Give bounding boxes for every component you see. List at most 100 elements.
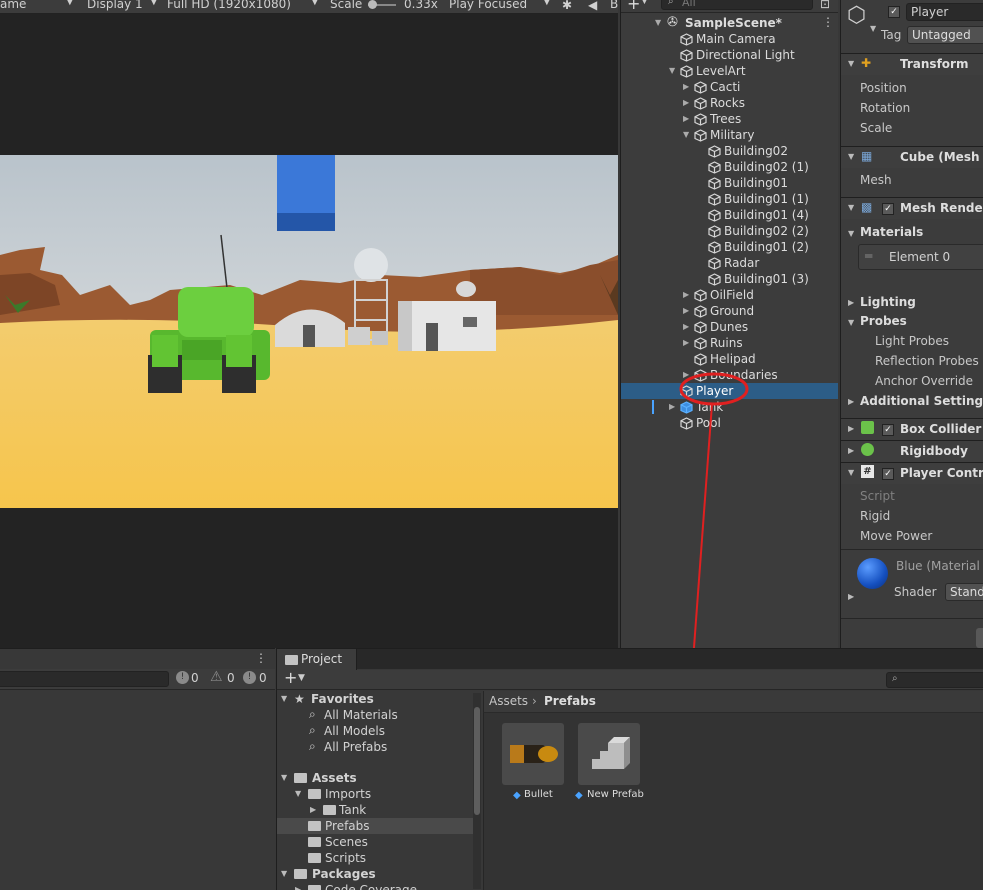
chevron-down-icon[interactable]: ▼ — [848, 229, 854, 238]
add-component-button[interactable] — [976, 628, 983, 648]
favorites-row[interactable]: ▼ ★ Favorites — [277, 691, 473, 707]
hierarchy-item[interactable]: ▶ Rocks — [621, 95, 838, 111]
warning-icon[interactable]: ⚠ — [210, 669, 223, 685]
chevron-right-icon[interactable]: ▶ — [848, 592, 854, 601]
folder-tree-scrollbar[interactable] — [473, 693, 481, 889]
hierarchy-item[interactable]: ▶ Ground — [621, 303, 838, 319]
player-controller-header[interactable]: ▼ # ✓ Player Control — [841, 462, 983, 484]
chevron-right-icon[interactable]: ▶ — [848, 397, 854, 406]
shader-dropdown[interactable]: Standa — [945, 583, 983, 601]
chevron-right-icon[interactable]: ▶ — [683, 303, 689, 319]
chevron-down-icon[interactable]: ▼ — [281, 691, 287, 707]
chevron-right-icon[interactable]: ▶ — [669, 399, 675, 415]
info-icon[interactable]: ! — [243, 671, 256, 684]
scenes-folder-row[interactable]: Scenes — [277, 834, 473, 850]
hierarchy-item[interactable]: Main Camera — [621, 31, 838, 47]
drag-handle-icon[interactable]: ═ — [865, 249, 872, 263]
hierarchy-item[interactable]: Building01 (3) — [621, 271, 838, 287]
chevron-right-icon[interactable]: ▶ — [848, 446, 854, 455]
console-search-input[interactable] — [0, 671, 169, 687]
favorite-item[interactable]: ⌕ All Materials — [277, 707, 473, 723]
mesh-renderer-header[interactable]: ▼ ▩ ✓ Mesh Rendere — [841, 197, 983, 219]
chevron-down-icon[interactable]: ▼ — [281, 866, 287, 882]
chevron-right-icon[interactable]: ▶ — [683, 319, 689, 335]
chevron-down-icon[interactable]: ▼ — [848, 59, 854, 68]
hierarchy-item[interactable]: ▶ Boundaries — [621, 367, 838, 383]
packages-folder-row[interactable]: ▼ Packages — [277, 866, 473, 882]
chevron-down-icon[interactable]: ▼ — [655, 15, 661, 31]
chevron-down-icon[interactable]: ▼ — [669, 63, 675, 79]
hierarchy-item[interactable]: ▼ LevelArt — [621, 63, 838, 79]
chevron-right-icon[interactable]: ▶ — [683, 95, 689, 111]
hierarchy-item[interactable]: Building02 (2) — [621, 223, 838, 239]
add-button[interactable]: + — [627, 0, 640, 13]
chevron-down-icon[interactable]: ▼ — [870, 24, 876, 33]
chevron-right-icon[interactable]: ▶ — [848, 424, 854, 433]
hierarchy-item[interactable]: ▶ Dunes — [621, 319, 838, 335]
additional-settings-label[interactable]: Additional Settings — [860, 394, 983, 408]
chevron-down-icon[interactable]: ▼ — [848, 152, 854, 161]
chevron-right-icon[interactable]: ▶ — [683, 335, 689, 351]
active-checkbox[interactable]: ✓ — [888, 6, 900, 18]
hierarchy-item[interactable]: Building01 (2) — [621, 239, 838, 255]
asset-label[interactable]: Bullet — [524, 789, 553, 800]
chevron-down-icon[interactable]: ▼ — [281, 770, 287, 786]
hierarchy-item[interactable]: ▶ Trees — [621, 111, 838, 127]
chevron-down-icon[interactable]: ▼ — [295, 786, 301, 802]
box-collider-enabled-checkbox[interactable]: ✓ — [882, 424, 894, 436]
lock-icon[interactable]: ⊡ — [820, 0, 830, 11]
create-button[interactable]: + — [284, 668, 297, 687]
hierarchy-item[interactable]: Directional Light — [621, 47, 838, 63]
assets-folder-row[interactable]: ▼ Assets — [277, 770, 473, 786]
chevron-right-icon[interactable]: ▶ — [310, 802, 316, 818]
chevron-down-icon[interactable]: ▼ — [848, 318, 854, 327]
chevron-down-icon[interactable]: ▼ — [848, 468, 854, 477]
breadcrumb-assets[interactable]: Assets — [489, 694, 528, 708]
play-mode-dropdown[interactable]: Play Focused — [449, 0, 527, 11]
hierarchy-item[interactable]: ▶ OilField — [621, 287, 838, 303]
view-mode-dropdown[interactable]: ame — [0, 0, 26, 11]
hierarchy-item[interactable]: ▶ Ruins — [621, 335, 838, 351]
asset-label[interactable]: New Prefab — [587, 789, 644, 800]
tab-project[interactable]: Project — [277, 649, 357, 670]
lighting-label[interactable]: Lighting — [860, 295, 916, 309]
scrollbar-thumb[interactable] — [474, 707, 480, 815]
tag-dropdown[interactable]: Untagged — [907, 26, 983, 44]
hierarchy-search-input[interactable]: ⌕ All — [661, 0, 813, 10]
hierarchy-item[interactable]: Building01 (1) — [621, 191, 838, 207]
hierarchy-item[interactable]: Building01 — [621, 175, 838, 191]
hierarchy-item[interactable]: Pool — [621, 415, 838, 431]
mesh-filter-header[interactable]: ▼ ▦ Cube (Mesh Fi — [841, 146, 983, 168]
chevron-right-icon[interactable]: ▶ — [295, 882, 301, 890]
hierarchy-item[interactable]: ▼ Military — [621, 127, 838, 143]
mute-audio-icon[interactable]: ◀ — [588, 0, 597, 12]
code-coverage-folder-row[interactable]: ▶ Code Coverage — [277, 882, 473, 890]
asset-thumbnail[interactable] — [502, 723, 564, 785]
hierarchy-item[interactable]: Building02 — [621, 143, 838, 159]
scripts-folder-row[interactable]: Scripts — [277, 850, 473, 866]
probes-label[interactable]: Probes — [860, 314, 907, 328]
more-options-icon[interactable]: ⋮ — [822, 14, 834, 30]
scale-slider-handle[interactable] — [368, 0, 377, 9]
chevron-down-icon[interactable]: ▼ — [641, 0, 648, 6]
hierarchy-item[interactable]: Player — [621, 383, 838, 399]
hierarchy-item[interactable]: ▶ Cacti — [621, 79, 838, 95]
chevron-right-icon[interactable]: ▶ — [683, 287, 689, 303]
rigidbody-header[interactable]: ▶ Rigidbody — [841, 440, 983, 462]
player-controller-enabled-checkbox[interactable]: ✓ — [882, 468, 894, 480]
display-dropdown[interactable]: Display 1 — [87, 0, 143, 11]
imports-folder-row[interactable]: ▼ Imports — [277, 786, 473, 802]
transform-header[interactable]: ▼ ✚ Transform — [841, 53, 983, 75]
chevron-down-icon[interactable]: ▼ — [298, 673, 305, 683]
asset-thumbnail[interactable] — [578, 723, 640, 785]
chevron-right-icon[interactable]: ▶ — [683, 111, 689, 127]
scene-row[interactable]: ▼ ✇ SampleScene* ⋮ — [621, 15, 838, 31]
bug-icon[interactable]: ✱ — [562, 0, 572, 12]
more-options-icon[interactable]: ⋮ — [255, 651, 267, 665]
object-name-input[interactable]: Player — [906, 3, 983, 21]
chevron-right-icon[interactable]: ▶ — [683, 79, 689, 95]
mesh-renderer-enabled-checkbox[interactable]: ✓ — [882, 203, 894, 215]
hierarchy-item[interactable]: Building02 (1) — [621, 159, 838, 175]
chevron-down-icon[interactable]: ▼ — [848, 203, 854, 212]
chevron-down-icon[interactable]: ▼ — [683, 127, 689, 143]
